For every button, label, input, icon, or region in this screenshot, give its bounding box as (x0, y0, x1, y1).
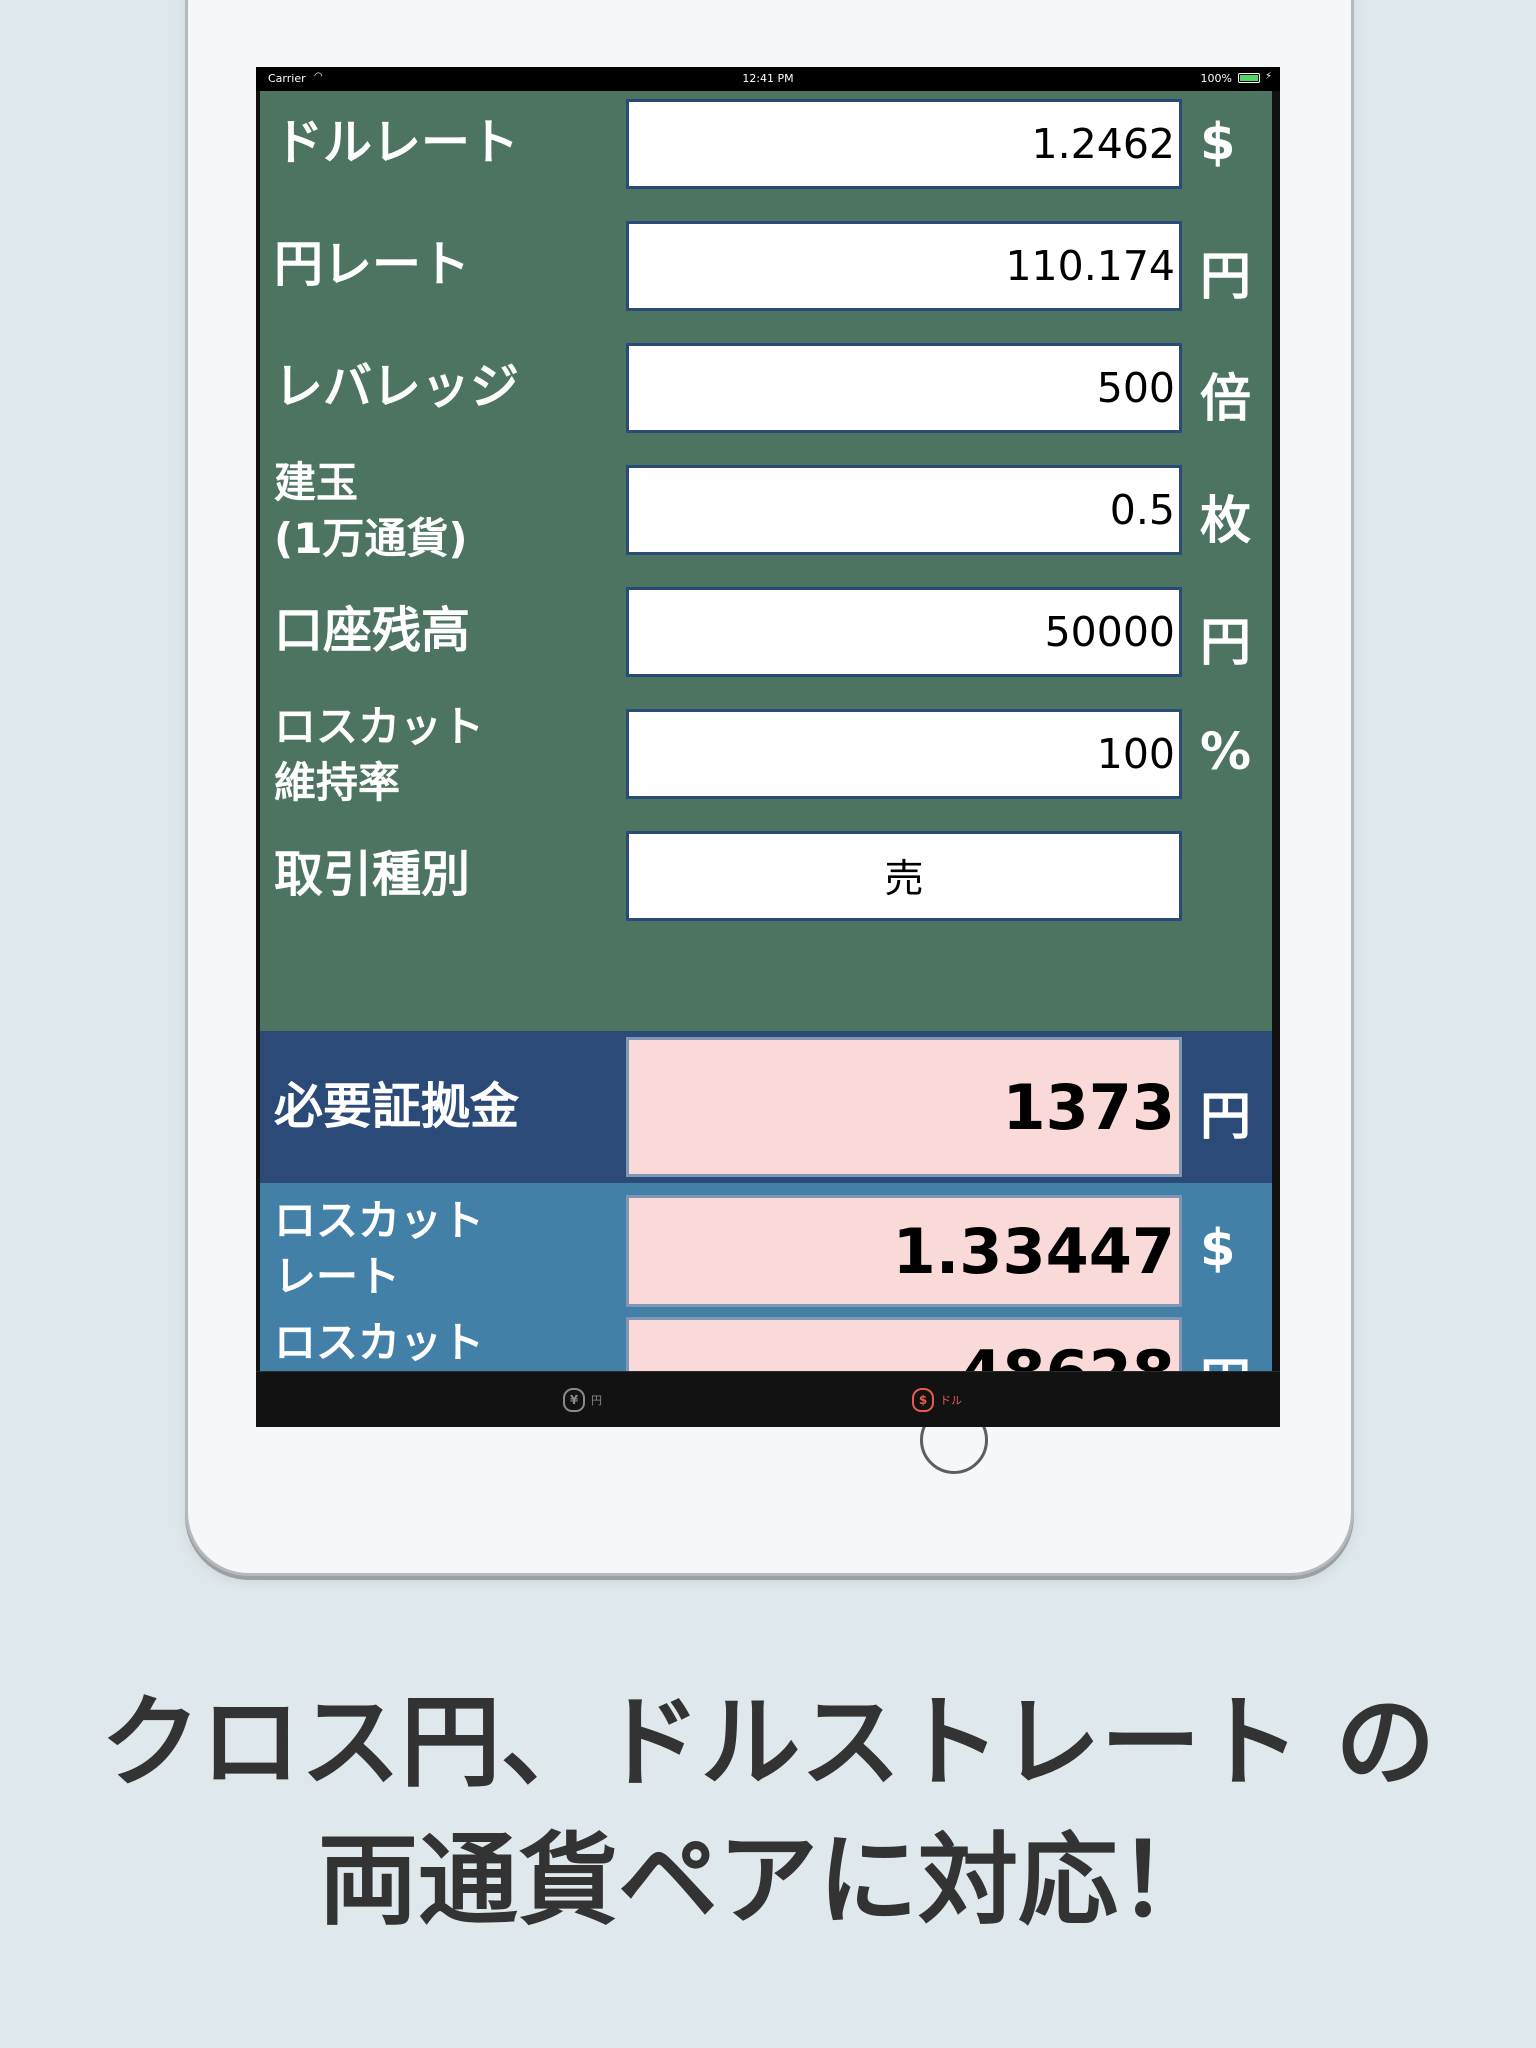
percent-unit: % (1200, 723, 1252, 782)
row-leverage: レバレッジ 500 倍 (260, 343, 1272, 433)
tab-bar: ¥ 円 $ ドル (256, 1371, 1280, 1427)
losscut-rate-unit: $ (1200, 1219, 1236, 1278)
app-screen: Carrier ◠ 12:41 PM 100% ⚡ ドルレート 1.2462 $… (256, 67, 1280, 1427)
losscut-rate-label-line1: ロスカット (274, 1196, 485, 1245)
required-margin-label: 必要証拠金 (274, 1078, 520, 1135)
caption-line2: 両通貨ペアに対応！ (318, 1822, 1218, 1939)
losscut-ratio-label-line2: 維持率 (274, 758, 401, 807)
status-bar: Carrier ◠ 12:41 PM 100% ⚡ (256, 67, 1280, 91)
row-dollar-rate: ドルレート 1.2462 $ (260, 99, 1272, 189)
yen-rate-label: 円レート (274, 236, 471, 293)
losscut-rate-label-line2: レート (274, 1252, 401, 1301)
losscut-loss-label-line1: ロスカット (274, 1318, 485, 1367)
position-label-line2: (1万通貨) (274, 514, 468, 563)
balance-unit: 円 (1200, 614, 1252, 673)
losscut-ratio-input[interactable]: 100 (626, 709, 1182, 799)
required-margin-unit: 円 (1200, 1088, 1252, 1147)
row-losscut-ratio: ロスカット 維持率 100 % (260, 702, 1272, 807)
yen-unit: 円 (1200, 248, 1252, 307)
row-balance: 口座残高 50000 円 (260, 587, 1272, 677)
row-yen-rate: 円レート 110.174 円 (260, 221, 1272, 311)
caption-line1: クロス円、ドルストレート の (100, 1684, 1436, 1801)
yen-bag-icon: ¥ (563, 1388, 585, 1412)
dollar-bag-icon: $ (912, 1388, 934, 1412)
row-losscut-rate: ロスカット レート 1.33447 $ (260, 1195, 1272, 1307)
leverage-unit: 倍 (1200, 370, 1252, 429)
dollar-unit: $ (1200, 113, 1236, 172)
tab-dollar[interactable]: $ ドル (912, 1380, 962, 1420)
balance-input[interactable]: 50000 (626, 587, 1182, 677)
losscut-ratio-label-line1: ロスカット (274, 702, 485, 751)
trade-type-selector[interactable]: 売 (626, 831, 1182, 921)
clock: 12:41 PM (742, 72, 794, 85)
required-margin-section: 必要証拠金 1373 円 (260, 1031, 1272, 1183)
dollar-rate-input[interactable]: 1.2462 (626, 99, 1182, 189)
trade-type-label: 取引種別 (274, 846, 471, 903)
required-margin-value: 1373 (626, 1037, 1182, 1177)
tab-dollar-label: ドル (940, 1394, 962, 1407)
balance-label: 口座残高 (274, 602, 471, 659)
row-trade-type: 取引種別 売 (260, 831, 1272, 921)
input-section: ドルレート 1.2462 $ 円レート 110.174 円 レバレッジ 500 … (260, 91, 1272, 1031)
position-input[interactable]: 0.5 (626, 465, 1182, 555)
yen-rate-input[interactable]: 110.174 (626, 221, 1182, 311)
battery-percent: 100% (1200, 72, 1232, 85)
leverage-label: レバレッジ (274, 358, 520, 415)
row-position: 建玉 (1万通貨) 0.5 枚 (260, 458, 1272, 563)
tab-yen[interactable]: ¥ 円 (563, 1380, 602, 1420)
battery-icon (1238, 73, 1260, 83)
charging-icon: ⚡ (1264, 71, 1272, 82)
leverage-input[interactable]: 500 (626, 343, 1182, 433)
position-label-line1: 建玉 (274, 458, 359, 507)
losscut-rate-value: 1.33447 (626, 1195, 1182, 1307)
row-required-margin: 必要証拠金 1373 円 (260, 1037, 1272, 1177)
position-unit: 枚 (1200, 492, 1252, 551)
dollar-rate-label: ドルレート (274, 114, 520, 171)
tab-yen-label: 円 (591, 1394, 602, 1407)
